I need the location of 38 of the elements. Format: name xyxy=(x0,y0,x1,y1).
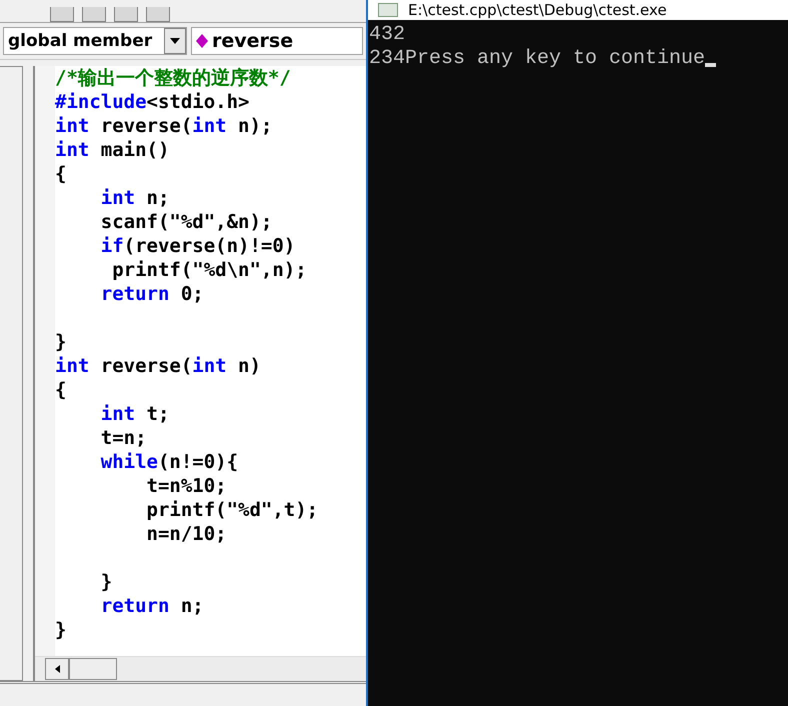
code-line: t=n; xyxy=(100,426,148,450)
scroll-left-button[interactable] xyxy=(45,658,69,680)
toolbar-icon[interactable] xyxy=(82,7,106,22)
code-line: #include<stdio.h> xyxy=(55,90,250,114)
code-line: int reverse(int n); xyxy=(55,114,274,138)
console-text: 234Press any key to continue xyxy=(369,47,706,71)
code-line: { xyxy=(55,378,68,402)
scope-dropdown[interactable]: global member xyxy=(3,27,187,55)
code-line: int t; xyxy=(100,402,170,426)
code-line: } xyxy=(55,618,68,642)
horizontal-scrollbar[interactable] xyxy=(35,656,366,681)
toolbar-icon[interactable] xyxy=(114,7,138,22)
code-line: scanf("%d",&n); xyxy=(100,210,274,234)
code-line: printf("%d",t); xyxy=(146,498,320,522)
code-line: int n; xyxy=(100,186,170,210)
code-line: if(reverse(n)!=0) xyxy=(100,234,296,258)
code-line: t=n%10; xyxy=(146,474,228,498)
left-arrow-icon xyxy=(54,665,60,673)
code-line: int reverse(int n) xyxy=(55,354,262,378)
window-title: E:\ctest.cpp\ctest\Debug\ctest.exe xyxy=(408,1,667,19)
code-line: } xyxy=(100,570,114,594)
code-editor[interactable] xyxy=(33,66,366,681)
code-line: printf("%d\n",n); xyxy=(111,258,308,282)
toolbar-icon[interactable] xyxy=(146,7,170,22)
code-line: /*输出一个整数的逆序数*/ xyxy=(55,66,292,90)
code-line: { xyxy=(55,162,68,186)
console-text: 432 xyxy=(369,23,406,47)
scroll-thumb[interactable] xyxy=(69,658,117,680)
code-line: } xyxy=(55,330,68,354)
code-line: return n; xyxy=(100,594,205,618)
code-line: while(n!=0){ xyxy=(100,450,240,474)
diamond-icon xyxy=(196,34,208,48)
console-app-icon xyxy=(378,3,398,17)
code-line: int main() xyxy=(55,138,170,162)
code-line: return 0; xyxy=(100,282,205,306)
member-dropdown[interactable]: reverse xyxy=(191,27,363,55)
code-line: n=n/10; xyxy=(146,522,228,546)
toolbar-icon[interactable] xyxy=(50,7,74,22)
